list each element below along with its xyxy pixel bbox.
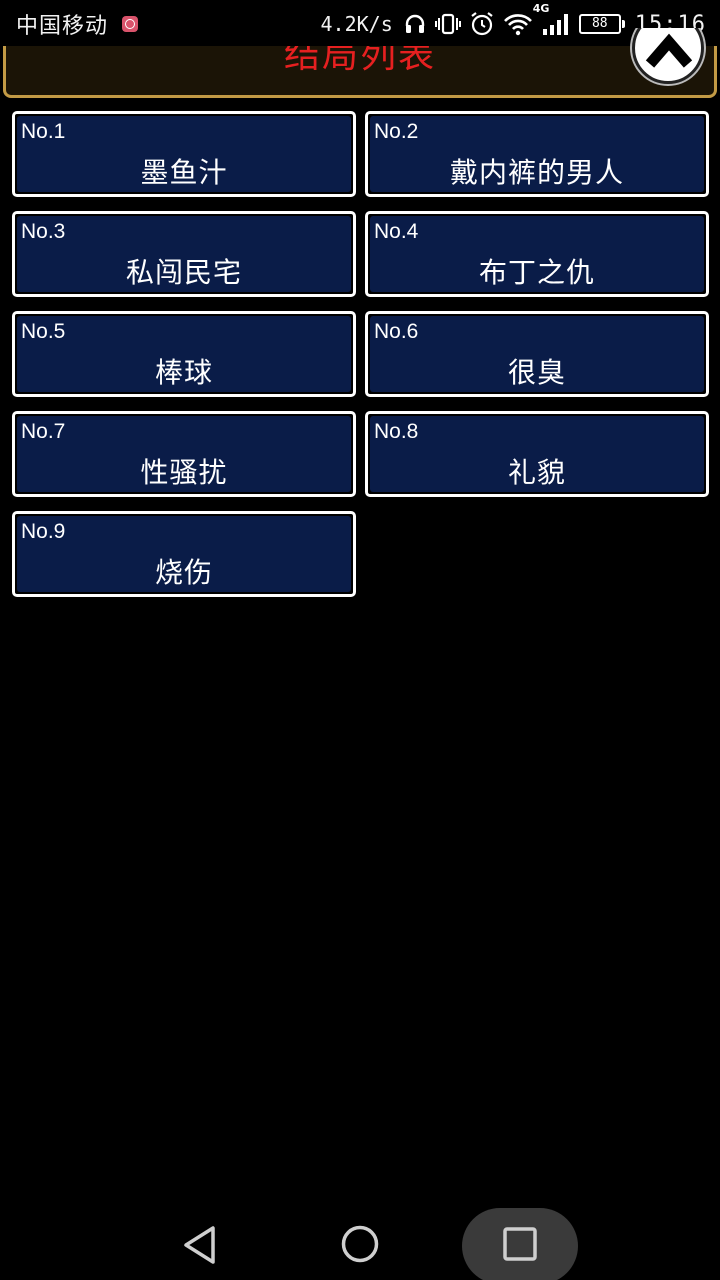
ending-card-2[interactable]: No.2 戴内裤的男人 [365, 111, 709, 197]
ending-card-body: No.6 很臭 [370, 316, 704, 392]
ending-title: 布丁之仇 [478, 256, 595, 289]
ending-title: 墨鱼汁 [140, 156, 228, 189]
navigation-bar [0, 1200, 720, 1280]
wifi-icon [503, 12, 533, 36]
signal-icon: 4G [533, 2, 571, 36]
status-bar: 中国移动 4.2K/s 4G 88 15:16 [0, 0, 720, 48]
ending-card-body: No.3 私闯民宅 [17, 216, 351, 292]
ending-card-body: No.8 礼貌 [370, 416, 704, 492]
alarm-icon [469, 11, 495, 37]
back-icon [180, 1226, 220, 1270]
ending-number: No.5 [21, 320, 66, 343]
ending-title: 性骚扰 [140, 456, 228, 489]
recent-apps-button[interactable] [502, 1226, 538, 1266]
endings-grid: No.1 墨鱼汁 No.2 戴内裤的男人 No.3 私闯民宅 No.4 布丁之仇 [12, 111, 709, 597]
battery-indicator: 88 [578, 14, 625, 34]
ending-number: No.7 [21, 420, 66, 443]
network-type: 4G [532, 2, 550, 15]
ending-number: No.4 [374, 220, 419, 243]
ending-number: No.3 [21, 220, 66, 243]
collapse-button[interactable] [630, 28, 708, 92]
ending-card-body: No.5 棒球 [17, 316, 351, 392]
ending-card-body: No.7 性骚扰 [17, 416, 351, 492]
header-bar: 结局列表 [3, 46, 717, 98]
ending-card-body: No.9 烧伤 [17, 516, 351, 592]
ending-number: No.1 [21, 120, 66, 143]
ending-title: 棒球 [154, 356, 213, 389]
ending-card-9[interactable]: No.9 烧伤 [12, 511, 356, 597]
ending-card-body: No.4 布丁之仇 [370, 216, 704, 292]
ending-card-1[interactable]: No.1 墨鱼汁 [12, 111, 356, 197]
ending-card-5[interactable]: No.5 棒球 [12, 311, 356, 397]
ending-title: 私闯民宅 [125, 256, 242, 289]
app-notification-icon [122, 16, 139, 32]
ending-title: 很臭 [507, 356, 566, 389]
home-icon [340, 1225, 380, 1268]
ending-title: 烧伤 [154, 556, 213, 589]
ending-number: No.6 [374, 320, 419, 343]
vibrate-icon [434, 12, 461, 36]
ending-card-3[interactable]: No.3 私闯民宅 [12, 211, 356, 297]
back-button[interactable] [180, 1224, 220, 1270]
screen: 中国移动 4.2K/s 4G 88 15:16 结局列表 No.1 墨鱼汁 No… [0, 0, 720, 1280]
ending-number: No.8 [374, 420, 419, 443]
ending-card-6[interactable]: No.6 很臭 [365, 311, 709, 397]
home-button[interactable] [340, 1224, 380, 1268]
ending-number: No.2 [374, 120, 419, 143]
ending-card-7[interactable]: No.7 性骚扰 [12, 411, 356, 497]
page-title: 结局列表 [283, 46, 436, 76]
ending-card-4[interactable]: No.4 布丁之仇 [365, 211, 709, 297]
network-speed: 4.2K/s [320, 12, 393, 36]
ending-card-body: No.1 墨鱼汁 [17, 116, 351, 192]
ending-card-8[interactable]: No.8 礼貌 [365, 411, 709, 497]
ending-number: No.9 [21, 520, 66, 543]
headphones-icon [403, 12, 427, 36]
carrier-name: 中国移动 [16, 14, 109, 39]
ending-title: 戴内裤的男人 [449, 156, 624, 189]
recent-apps-icon [502, 1227, 538, 1266]
ending-title: 礼貌 [507, 456, 566, 489]
ending-card-body: No.2 戴内裤的男人 [370, 116, 704, 192]
